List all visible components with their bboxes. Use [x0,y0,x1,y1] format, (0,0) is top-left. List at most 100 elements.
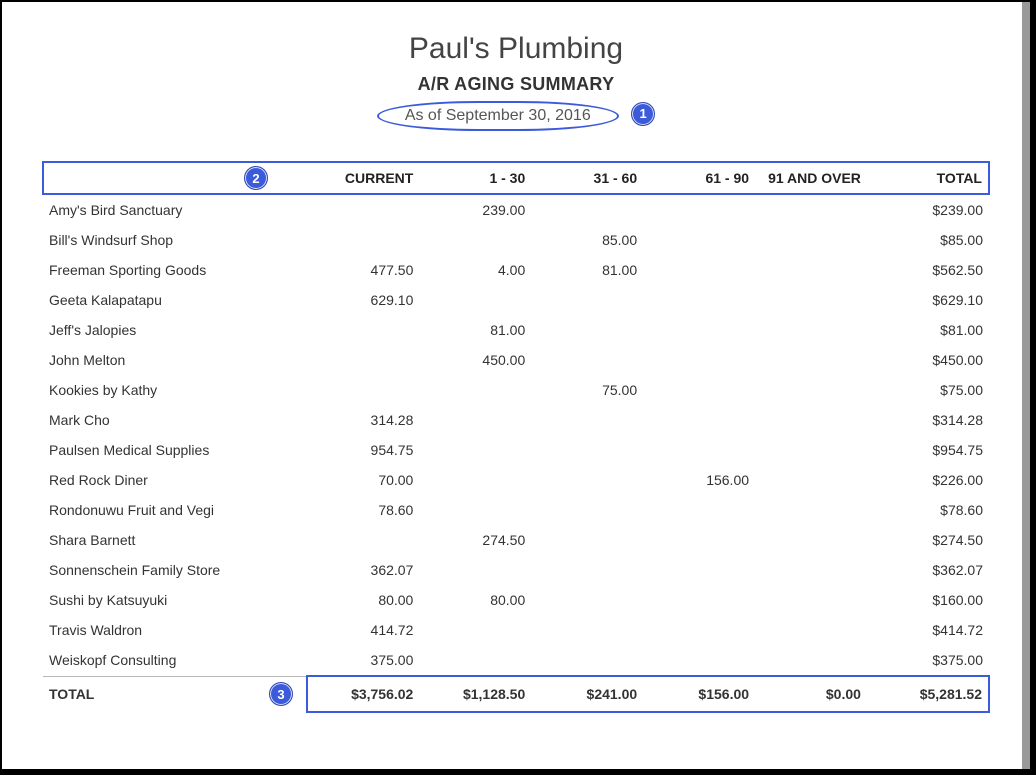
totals-total: $5,281.52 [867,676,989,712]
cell-1-30: 4.00 [419,255,531,285]
cell-31-60 [531,645,643,676]
cell-total: $375.00 [867,645,989,676]
cell-total: $85.00 [867,225,989,255]
col-header-61-90: 61 - 90 [643,162,755,194]
totals-31-60: $241.00 [531,676,643,712]
cell-total: $562.50 [867,255,989,285]
cell-total: $78.60 [867,495,989,525]
cell-1-30: 450.00 [419,345,531,375]
totals-row: TOTAL 3 $3,756.02 $1,128.50 $241.00 $156… [43,676,989,712]
cell-customer: Kookies by Kathy [43,375,307,405]
cell-1-30 [419,495,531,525]
cell-current: 362.07 [307,555,419,585]
cell-current: 954.75 [307,435,419,465]
cell-customer: John Melton [43,345,307,375]
cell-current [307,194,419,225]
cell-total: $314.28 [867,405,989,435]
cell-1-30: 81.00 [419,315,531,345]
cell-1-30: 239.00 [419,194,531,225]
cell-31-60 [531,615,643,645]
cell-total: $239.00 [867,194,989,225]
cell-customer: Travis Waldron [43,615,307,645]
cell-61-90 [643,645,755,676]
cell-91-over [755,375,867,405]
cell-31-60 [531,525,643,555]
cell-31-60 [531,315,643,345]
cell-31-60 [531,194,643,225]
totals-current: $3,756.02 [307,676,419,712]
company-name: Paul's Plumbing [42,32,990,66]
table-row: Mark Cho314.28$314.28 [43,405,989,435]
cell-61-90 [643,285,755,315]
cell-1-30 [419,555,531,585]
aging-table: 2 CURRENT 1 - 30 31 - 60 61 - 90 91 AND … [42,161,990,713]
cell-total: $362.07 [867,555,989,585]
cell-customer: Paulsen Medical Supplies [43,435,307,465]
cell-customer: Jeff's Jalopies [43,315,307,345]
cell-1-30 [419,465,531,495]
cell-current [307,315,419,345]
table-row: Amy's Bird Sanctuary 239.00 $239.00 [43,194,989,225]
cell-customer: Freeman Sporting Goods [43,255,307,285]
cell-61-90 [643,495,755,525]
cell-61-90: 156.00 [643,465,755,495]
cell-91-over [755,525,867,555]
cell-31-60 [531,405,643,435]
col-header-31-60: 31 - 60 [531,162,643,194]
cell-31-60: 75.00 [531,375,643,405]
table-row: Geeta Kalapatapu629.10$629.10 [43,285,989,315]
as-of-wrap: As of September 30, 2016 1 [42,101,990,141]
cell-1-30 [419,645,531,676]
cell-91-over [755,435,867,465]
cell-91-over [755,194,867,225]
cell-91-over [755,405,867,435]
table-row: Bill's Windsurf Shop 85.00 $85.00 [43,225,989,255]
col-header-91-over: 91 AND OVER [755,162,867,194]
cell-customer: Bill's Windsurf Shop [43,225,307,255]
cell-91-over [755,255,867,285]
cell-61-90 [643,194,755,225]
cell-current [307,225,419,255]
callout-1-icon: 1 [631,102,655,126]
callout-3-icon: 3 [269,682,293,706]
cell-61-90 [643,555,755,585]
cell-total: $81.00 [867,315,989,345]
cell-customer: Amy's Bird Sanctuary [43,194,307,225]
table-row: John Melton450.00$450.00 [43,345,989,375]
cell-current: 629.10 [307,285,419,315]
cell-31-60: 85.00 [531,225,643,255]
frame-shadow [1022,2,1030,769]
cell-current: 78.60 [307,495,419,525]
cell-current [307,525,419,555]
cell-61-90 [643,435,755,465]
cell-current: 70.00 [307,465,419,495]
cell-total: $274.50 [867,525,989,555]
cell-current: 477.50 [307,255,419,285]
cell-61-90 [643,315,755,345]
cell-total: $414.72 [867,615,989,645]
cell-61-90 [643,255,755,285]
cell-customer: Geeta Kalapatapu [43,285,307,315]
table-row: Freeman Sporting Goods477.504.0081.00 $56… [43,255,989,285]
cell-91-over [755,585,867,615]
cell-1-30: 80.00 [419,585,531,615]
col-header-current: CURRENT [307,162,419,194]
cell-31-60 [531,495,643,525]
cell-total: $954.75 [867,435,989,465]
cell-customer: Sonnenschein Family Store [43,555,307,585]
cell-customer: Sushi by Katsuyuki [43,585,307,615]
table-row: Paulsen Medical Supplies954.75 $954.75 [43,435,989,465]
report-title: A/R AGING SUMMARY [42,74,990,95]
cell-customer: Mark Cho [43,405,307,435]
table-row: Sonnenschein Family Store362.07 $362.07 [43,555,989,585]
cell-customer: Shara Barnett [43,525,307,555]
cell-91-over [755,315,867,345]
cell-61-90 [643,525,755,555]
col-header-name: 2 [43,162,307,194]
cell-31-60: 81.00 [531,255,643,285]
cell-91-over [755,555,867,585]
cell-61-90 [643,405,755,435]
table-row: Shara Barnett274.50$274.50 [43,525,989,555]
cell-total: $160.00 [867,585,989,615]
cell-91-over [755,225,867,255]
